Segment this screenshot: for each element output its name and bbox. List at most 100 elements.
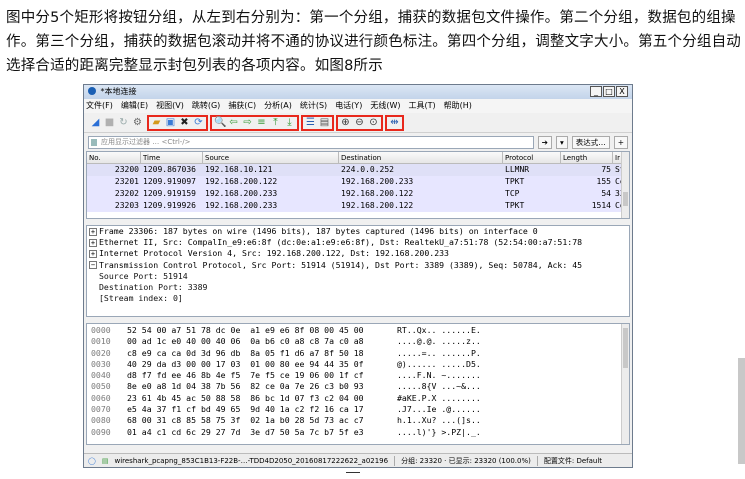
hex-ascii: RT..Qx.. ......E. — [397, 325, 481, 335]
column-header-no[interactable]: No. — [87, 152, 141, 163]
menu-telephony[interactable]: 电话(Y) — [335, 99, 362, 113]
hex-ascii: @)...... .....D5. — [397, 358, 481, 369]
maximize-button[interactable]: □ — [603, 86, 615, 97]
menu-file[interactable]: 文件(F) — [86, 99, 113, 113]
hex-row[interactable]: 0020 c8 e9 ca ca 0d 3d 96 db 8a 05 f1 d6 … — [87, 348, 629, 359]
tree-tcp[interactable]: − Transmission Control Protocol, Src Port… — [89, 260, 629, 271]
hex-row[interactable]: 0040 d8 f7 fd ee 46 8b 4e f5 7e f5 ce 19 … — [87, 370, 629, 381]
packet-bytes-pane[interactable]: 0000 52 54 00 a7 51 78 dc 0e a1 e9 e6 8f … — [86, 323, 630, 445]
hex-row[interactable]: 0010 00 ad 1c e0 40 00 40 06 0a b6 c0 a8 … — [87, 336, 629, 347]
page-scrollbar[interactable] — [738, 358, 745, 464]
shark-fin-start-icon[interactable]: ◢ — [90, 117, 101, 128]
column-header-protocol[interactable]: Protocol — [503, 152, 561, 163]
close-button[interactable]: X — [616, 86, 628, 97]
tree-ipv4[interactable]: + Internet Protocol Version 4, Src: 192.1… — [89, 248, 629, 259]
bytes-scrollbar[interactable] — [621, 324, 629, 444]
menu-capture[interactable]: 捕获(C) — [228, 99, 256, 113]
menu-go[interactable]: 跳转(G) — [192, 99, 220, 113]
tree-frame[interactable]: + Frame 23306: 187 bytes on wire (1496 bi… — [89, 226, 629, 237]
capture-file-icon[interactable]: ▤ — [102, 457, 109, 465]
close-file-icon[interactable]: ✖ — [179, 117, 190, 128]
zoom-reset-icon[interactable]: ⊙ — [368, 117, 379, 128]
hex-row[interactable]: 0090 01 a4 c1 cd 6c 29 27 7d 3e d7 50 5a … — [87, 427, 629, 438]
find-packet-icon[interactable]: 🔍 — [214, 117, 226, 128]
first-packet-icon[interactable]: ⤒ — [270, 117, 281, 128]
menu-help[interactable]: 帮助(H) — [444, 99, 472, 113]
restart-capture-icon[interactable]: ↻ — [118, 117, 129, 128]
menu-statistics[interactable]: 统计(S) — [300, 99, 327, 113]
table-row[interactable]: 23203 1209.919926 192.168.200.233 192.168.2… — [87, 200, 629, 212]
colorize-icon[interactable]: ▤ — [319, 117, 330, 128]
auto-scroll-icon[interactable]: ☰ — [305, 117, 316, 128]
window-title: *本地连接 — [100, 87, 137, 96]
add-filter-button[interactable]: + — [613, 135, 628, 149]
cell-protocol: TPKT — [505, 201, 525, 210]
hex-offset: 0030 — [91, 358, 111, 369]
tree-source-port[interactable]: Source Port: 51914 — [89, 271, 629, 282]
hex-offset: 0080 — [91, 415, 111, 426]
hex-row[interactable]: 0030 40 29 da d3 00 00 17 03 01 00 80 ee … — [87, 359, 629, 370]
hex-bytes: e5 4a 37 f1 cf bd 49 65 9d 40 1a c2 f2 1… — [127, 404, 364, 415]
hex-ascii: #aKE.P.X ........ — [397, 392, 481, 403]
hex-ascii: ....@.@. .....z.. — [397, 336, 481, 347]
hex-offset: 0040 — [91, 370, 111, 381]
tree-ethernet[interactable]: + Ethernet II, Src: CompalIn_e9:e6:8f (dc… — [89, 237, 629, 248]
cell-destination: 224.0.0.252 — [341, 165, 394, 174]
packet-details-pane[interactable]: + Frame 23306: 187 bytes on wire (1496 bi… — [86, 225, 630, 317]
menu-tools[interactable]: 工具(T) — [408, 99, 435, 113]
caption-text: 图中分5个矩形将按钮分组，从左到右分别为：第一个分组，捕获的数据包文件操作。第二… — [6, 10, 741, 74]
menu-edit[interactable]: 编辑(E) — [121, 99, 148, 113]
tree-stream-index[interactable]: [Stream index: 0] — [89, 293, 629, 304]
filter-arrow-button[interactable]: ➔ — [537, 135, 552, 149]
status-profile[interactable]: 配置文件: Default — [544, 456, 602, 466]
cell-time: 1209.919097 — [143, 177, 196, 186]
cell-source: 192.168.10.121 — [205, 165, 273, 174]
column-header-time[interactable]: Time — [141, 152, 203, 163]
resize-columns-icon[interactable]: ⇹ — [389, 117, 400, 128]
go-back-icon[interactable]: ⇦ — [228, 117, 239, 128]
zoom-out-icon[interactable]: ⊖ — [354, 117, 365, 128]
hex-row[interactable]: 0080 68 00 31 c8 85 58 75 3f 02 1a b0 28 … — [87, 415, 629, 426]
hex-row[interactable]: 0000 52 54 00 a7 51 78 dc 0e a1 e9 e6 8f … — [87, 325, 629, 336]
packet-list-scrollbar[interactable] — [621, 152, 629, 218]
expression-button[interactable]: 表达式… — [571, 135, 610, 149]
resize-columns-group: ⇹ — [385, 114, 404, 131]
table-row[interactable]: 23202 1209.919159 192.168.200.233 192.168.2… — [87, 188, 629, 200]
menu-wireless[interactable]: 无线(W) — [370, 99, 400, 113]
hex-ascii: .J7...Ie .@...... — [397, 404, 481, 415]
expand-icon[interactable]: + — [89, 238, 97, 247]
scrollbar-thumb[interactable] — [623, 328, 628, 368]
expert-info-icon[interactable]: ◯ — [88, 457, 96, 465]
hex-row[interactable]: 0070 e5 4a 37 f1 cf bd 49 65 9d 40 1a c2 … — [87, 404, 629, 415]
table-row[interactable]: 23201 1209.919097 192.168.200.122 192.168.2… — [87, 176, 629, 188]
hex-bytes: 52 54 00 a7 51 78 dc 0e a1 e9 e6 8f 08 0… — [127, 325, 364, 335]
open-file-icon[interactable]: ▰ — [151, 117, 162, 128]
menu-view[interactable]: 视图(V) — [156, 99, 184, 113]
save-file-icon[interactable]: ▣ — [165, 117, 176, 128]
menu-analyze[interactable]: 分析(A) — [264, 99, 292, 113]
tree-tcp-label: Transmission Control Protocol, Src Port:… — [99, 259, 583, 270]
tree-destination-port[interactable]: Destination Port: 3389 — [89, 282, 629, 293]
expand-icon[interactable]: + — [89, 250, 97, 258]
collapse-icon[interactable]: − — [89, 261, 97, 270]
capture-options-icon[interactable]: ⚙ — [132, 117, 143, 128]
expand-icon[interactable]: + — [89, 227, 97, 236]
table-row[interactable]: 23200 1209.867036 192.168.10.121 224.0.0.25… — [87, 164, 629, 176]
display-filter-input[interactable]: 应用显示过滤器 … <Ctrl-/> — [88, 135, 534, 149]
last-packet-icon[interactable]: ⤓ — [284, 117, 295, 128]
go-to-packet-icon[interactable]: ≡ — [256, 117, 267, 128]
minimize-button[interactable]: _ — [590, 86, 602, 97]
go-forward-icon[interactable]: ⇨ — [242, 117, 253, 128]
filter-dropdown-button[interactable]: ▾ — [555, 135, 568, 149]
column-header-source[interactable]: Source — [203, 152, 339, 163]
packet-list-pane[interactable]: No. Time Source Destination Protocol Len… — [86, 151, 630, 219]
cell-protocol: TPKT — [505, 177, 525, 186]
column-header-length[interactable]: Length — [561, 152, 613, 163]
zoom-in-icon[interactable]: ⊕ — [340, 117, 351, 128]
column-header-destination[interactable]: Destination — [339, 152, 503, 163]
scrollbar-thumb[interactable] — [623, 192, 628, 206]
hex-row[interactable]: 0060 23 61 4b 45 ac 50 88 58 86 bc 1d 07 … — [87, 393, 629, 404]
reload-file-icon[interactable]: ⟳ — [193, 117, 204, 128]
hex-row[interactable]: 0050 8e e0 a8 1d 04 38 7b 56 82 ce 0a 7e … — [87, 381, 629, 392]
stop-capture-icon[interactable]: ■ — [104, 117, 115, 128]
